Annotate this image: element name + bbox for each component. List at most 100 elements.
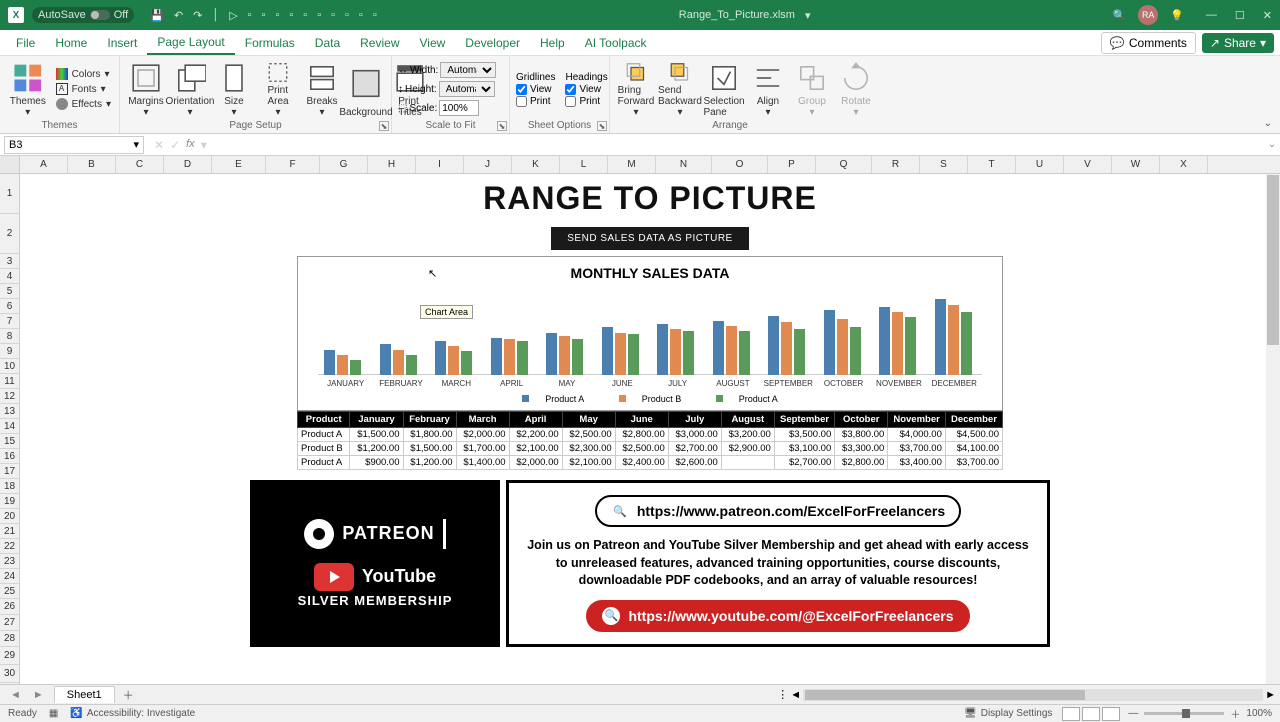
table-cell[interactable]: Product A [298,428,350,442]
table-header-cell[interactable]: Product [298,412,350,428]
tab-page-layout[interactable]: Page Layout [147,31,234,55]
column-header[interactable]: R [872,156,920,173]
row-header[interactable]: 2 [0,214,19,254]
table-header-cell[interactable]: July [668,412,721,428]
undo-icon[interactable]: ↶ [174,9,183,22]
search-icon[interactable]: 🔍 [1113,9,1127,22]
fonts-button[interactable]: AFonts ▾ [54,82,113,96]
row-header[interactable]: 19 [0,494,19,509]
chart-bar[interactable] [546,333,557,376]
table-cell[interactable]: $2,100.00 [509,442,562,456]
table-cell[interactable]: $4,500.00 [945,428,1002,442]
qat-icon[interactable]: ▫ [359,9,363,22]
row-header[interactable]: 28 [0,631,19,647]
table-header-cell[interactable]: May [562,412,615,428]
minimize-button[interactable]: — [1206,9,1217,22]
column-header[interactable]: S [920,156,968,173]
background-button[interactable]: Background [346,58,386,120]
table-cell[interactable] [721,456,774,470]
table-cell[interactable]: $2,300.00 [562,442,615,456]
row-header[interactable]: 14 [0,419,19,434]
row-header[interactable]: 13 [0,404,19,419]
rotate-button[interactable]: Rotate▾ [836,58,876,120]
table-cell[interactable]: $2,100.00 [562,456,615,470]
chart-bar[interactable] [657,324,668,375]
row-header[interactable]: 29 [0,647,19,665]
chart-bar[interactable] [879,307,890,375]
row-header[interactable]: 3 [0,254,19,269]
vertical-scrollbar[interactable] [1266,174,1280,684]
table-header-cell[interactable]: February [403,412,456,428]
row-header[interactable]: 9 [0,344,19,359]
chart-bar[interactable] [948,305,959,375]
coming-soon-icon[interactable]: 💡 [1170,9,1184,22]
qat-icon[interactable]: ▫ [289,9,293,22]
column-header[interactable]: Q [816,156,872,173]
chart-bar[interactable] [350,360,361,375]
zoom-slider[interactable] [1144,712,1224,715]
chart-bar[interactable] [935,299,946,376]
chevron-down-icon[interactable]: ▾ [201,138,207,152]
table-row[interactable]: Product A$1,500.00$1,800.00$2,000.00$2,2… [298,428,1003,442]
column-header[interactable]: A [20,156,68,173]
gridlines-view-check[interactable] [516,84,527,95]
accessibility-status[interactable]: Accessibility: Investigate [87,708,195,719]
column-header[interactable]: H [368,156,416,173]
gridlines-print-check[interactable] [516,96,527,107]
send-backward-button[interactable]: Send Backward▾ [660,58,700,120]
qat-icon[interactable]: ▫ [262,9,266,22]
table-cell[interactable]: $2,500.00 [615,442,668,456]
row-header[interactable]: 10 [0,359,19,374]
chart-bar[interactable] [448,346,459,375]
tab-help[interactable]: Help [530,32,575,54]
zoom-out-button[interactable]: — [1128,708,1138,719]
column-header[interactable]: N [656,156,712,173]
orientation-button[interactable]: Orientation▾ [170,58,210,120]
name-box[interactable]: B3▾ [4,136,144,154]
chart-plot-area[interactable] [318,285,982,375]
table-cell[interactable]: $3,500.00 [774,428,834,442]
prev-sheet-icon[interactable]: ◄ [4,689,27,701]
dialog-launcher[interactable]: ⬊ [379,121,389,131]
table-cell[interactable]: $2,500.00 [562,428,615,442]
table-cell[interactable]: Product A [298,456,350,470]
comments-button[interactable]: 💬 Comments [1101,32,1196,54]
chart-bar[interactable] [504,339,515,375]
row-header[interactable]: 7 [0,314,19,329]
column-headers[interactable]: ABCDEFGHIJKLMNOPQRSTUVWX [20,156,1280,174]
autosave-toggle[interactable]: AutoSave Off [32,7,134,23]
print-area-button[interactable]: Print Area▾ [258,58,298,120]
chart-bar[interactable] [726,326,737,375]
row-header[interactable]: 15 [0,434,19,449]
table-cell[interactable]: Product B [298,442,350,456]
chart-bar[interactable] [572,339,583,375]
chart-bar[interactable] [850,327,861,375]
tab-insert[interactable]: Insert [97,32,147,54]
column-header[interactable]: X [1160,156,1208,173]
chart-bar[interactable] [517,341,528,375]
user-avatar[interactable]: RA [1138,5,1158,25]
chart-bar[interactable] [892,312,903,375]
chart-bar[interactable] [824,310,835,375]
tab-ai-toolpack[interactable]: AI Toolpack [575,32,657,54]
chart-bar[interactable] [905,317,916,375]
table-cell[interactable]: $2,200.00 [509,428,562,442]
row-header[interactable]: 23 [0,554,19,569]
row-header[interactable]: 21 [0,524,19,539]
save-icon[interactable]: 💾 [150,9,164,22]
tab-file[interactable]: File [6,32,45,54]
formula-input[interactable] [213,136,1264,154]
table-cell[interactable]: $1,800.00 [403,428,456,442]
display-settings-label[interactable]: Display Settings [981,708,1053,719]
expand-formula-icon[interactable]: ⌄ [1264,139,1280,150]
tab-data[interactable]: Data [305,32,350,54]
table-cell[interactable]: $2,000.00 [456,428,509,442]
column-header[interactable]: T [968,156,1016,173]
redo-icon[interactable]: ↷ [193,9,202,22]
table-cell[interactable]: $3,700.00 [888,442,946,456]
maximize-button[interactable]: ☐ [1235,9,1245,22]
column-header[interactable]: V [1064,156,1112,173]
document-name[interactable]: Range_To_Picture.xlsm [679,9,795,21]
table-cell[interactable]: $2,800.00 [615,428,668,442]
table-cell[interactable]: $2,700.00 [668,442,721,456]
